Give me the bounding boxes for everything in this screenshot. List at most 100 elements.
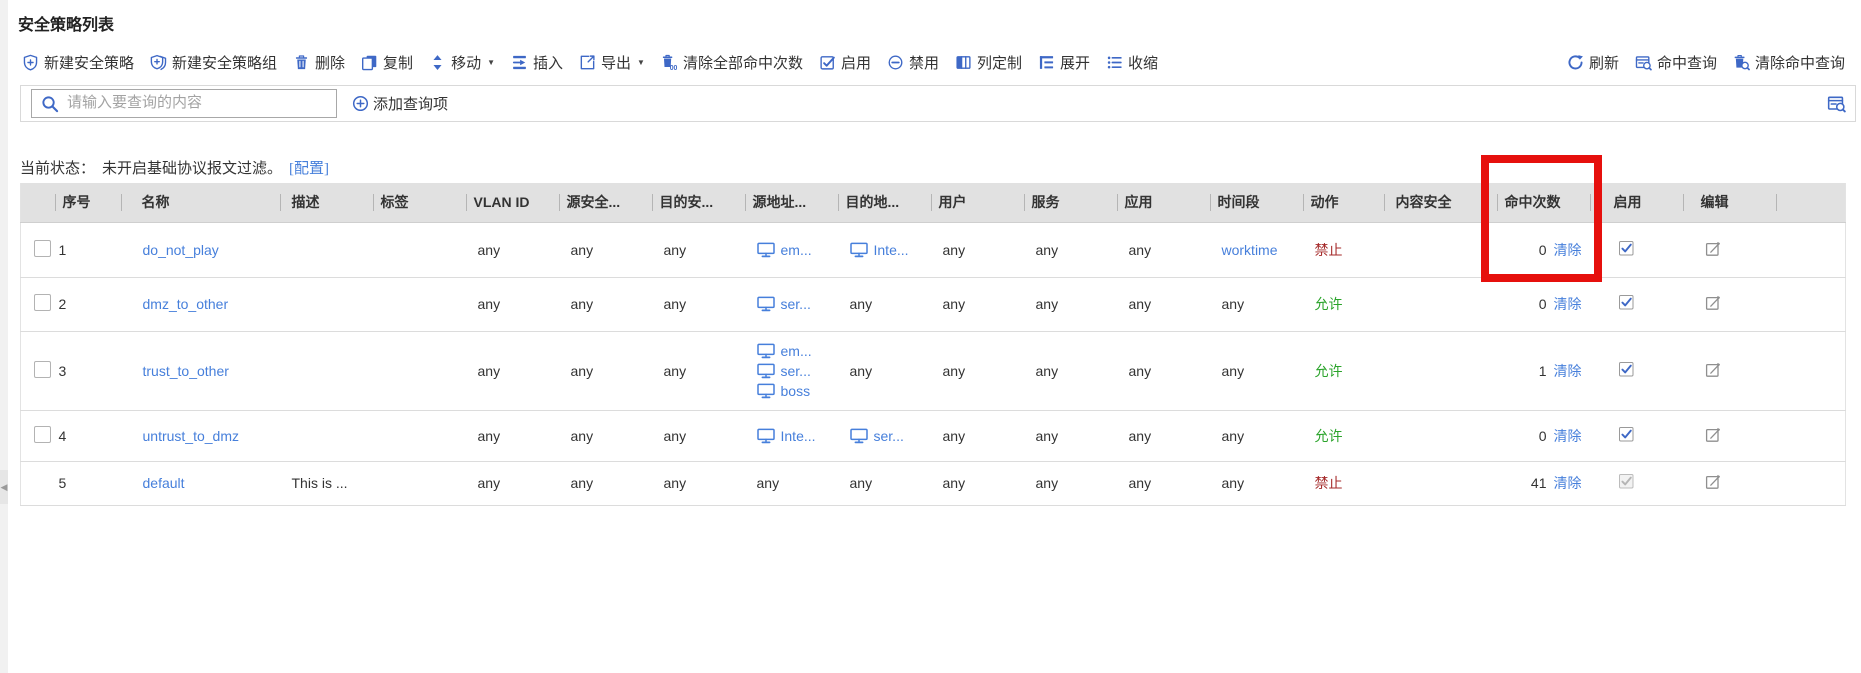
edit-button[interactable] [1705,473,1722,490]
configure-link[interactable]: [配置] [289,157,329,178]
action-value: 允许 [1315,363,1343,379]
col-header-seq: 序号 [55,183,121,222]
policy-name-link[interactable]: do_not_play [143,242,219,258]
refresh-icon [1567,54,1584,71]
cell-svc: any [1024,331,1117,410]
toolbar-enable-button[interactable]: 启用 [819,52,871,73]
time-range-link[interactable]: worktime [1222,242,1278,258]
search-input[interactable] [65,94,336,113]
row-checkbox[interactable] [34,426,51,443]
cell-dzone: any [652,331,745,410]
toolbar-collapse-button[interactable]: 收缩 [1106,52,1158,73]
cell-seq: 3 [55,331,121,410]
cell-dzone: any [652,222,745,277]
monitor-icon [757,428,775,444]
cell-edit [1683,410,1776,461]
toolbar-refresh-button[interactable]: 刷新 [1567,52,1619,73]
cell-action: 禁止 [1303,461,1384,505]
address-object-link[interactable]: ser... [874,428,904,444]
collapse-handle[interactable]: ◀ [0,470,8,504]
col-header-desc: 描述 [280,183,373,222]
address-object-link[interactable]: Inte... [781,428,816,444]
edit-button[interactable] [1705,294,1722,311]
toolbar-insert-button[interactable]: 插入 [511,52,563,73]
cell-sel [21,410,55,461]
col-header-szone: 源安全... [559,183,652,222]
address-object-link[interactable]: em... [781,242,812,258]
row-user: any [943,475,966,491]
toolbar-export-button[interactable]: 导出▼ [579,52,645,73]
toolbar-delete-button[interactable]: 删除 [293,52,345,73]
hit-clear-link[interactable]: 清除 [1554,296,1582,312]
hit-count: 1 [1539,363,1547,379]
row-app: any [1129,242,1152,258]
toolbar-hit-query-button[interactable]: 命中查询 [1635,52,1717,73]
policy-name-link[interactable]: trust_to_other [143,363,229,379]
toolbar-expand-button[interactable]: 展开 [1038,52,1090,73]
add-query-button[interactable]: 添加查询项 [352,93,448,114]
saved-query-icon[interactable] [1827,94,1846,113]
row-dst-zone: any [664,242,687,258]
edit-button[interactable] [1705,361,1722,378]
cell-user: any [931,222,1024,277]
cell-filler [1776,222,1846,277]
cell-tag [373,331,466,410]
row-user: any [943,428,966,444]
edit-button[interactable] [1705,240,1722,257]
toolbar-new-policy-button[interactable]: 新建安全策略 [22,52,134,73]
address-item: boss [757,383,838,399]
edit-button[interactable] [1705,426,1722,443]
hit-clear-link[interactable]: 清除 [1554,475,1582,491]
hit-clear-link[interactable]: 清除 [1554,363,1582,379]
cell-saddr: any [745,461,838,505]
toolbar-clear-hit-query-button[interactable]: 清除命中查询 [1733,52,1845,73]
cell-saddr: em... [745,222,838,277]
cell-desc [280,410,373,461]
address-list: em... ser... boss [757,337,838,405]
row-seq: 3 [59,363,67,379]
toolbar-move-button[interactable]: 移动▼ [429,52,495,73]
cell-time: any [1210,461,1303,505]
cell-dzone: any [652,410,745,461]
address-object-link[interactable]: ser... [781,363,811,379]
hit-clear-link[interactable]: 清除 [1554,428,1582,444]
toolbar-clear-all-hits-button[interactable]: 00清除全部命中次数 [661,52,803,73]
policy-name-link[interactable]: default [143,475,185,491]
row-checkbox[interactable] [34,294,51,311]
row-checkbox[interactable] [34,361,51,378]
svg-text:00: 00 [670,65,678,71]
address-object-link[interactable]: boss [781,383,811,399]
enable-checkbox[interactable] [1618,361,1635,378]
row-checkbox[interactable] [34,240,51,257]
cell-name: dmz_to_other [121,277,280,331]
columns-icon [955,54,972,71]
address-item: ser... [757,296,838,312]
policy-name-link[interactable]: dmz_to_other [143,296,229,312]
toolbar-new-policy-group-button[interactable]: 新建安全策略组 [150,52,277,73]
enable-checkbox[interactable] [1618,426,1635,443]
address-item: any [757,475,838,491]
col-header-tag: 标签 [373,183,466,222]
toolbar-right-group: 刷新命中查询清除命中查询 [1567,52,1845,73]
address-object-link[interactable]: em... [781,343,812,359]
address-object-link[interactable]: ser... [781,296,811,312]
cell-sel [21,331,55,410]
enable-checkbox[interactable] [1618,240,1635,257]
address-item: em... [757,242,838,258]
cell-vlan: any [466,222,559,277]
policy-name-link[interactable]: untrust_to_dmz [143,428,240,444]
search-box [31,89,337,118]
toolbar-copy-button[interactable]: 复制 [361,52,413,73]
cell-csec [1384,222,1497,277]
toolbar-disable-button[interactable]: 禁用 [887,52,939,73]
hit-clear-link[interactable]: 清除 [1554,242,1582,258]
toolbar-column-customize-button[interactable]: 列定制 [955,52,1022,73]
row-time: any [1222,475,1245,491]
address-object-link[interactable]: Inte... [874,242,909,258]
col-header-hits: 命中次数 [1497,183,1590,222]
shield-plus-icon [22,54,39,71]
enable-checkbox[interactable] [1618,294,1635,311]
toolbar-refresh-label: 刷新 [1589,52,1619,73]
cell-enable [1590,222,1683,277]
cell-hits: 0清除 [1497,222,1590,277]
